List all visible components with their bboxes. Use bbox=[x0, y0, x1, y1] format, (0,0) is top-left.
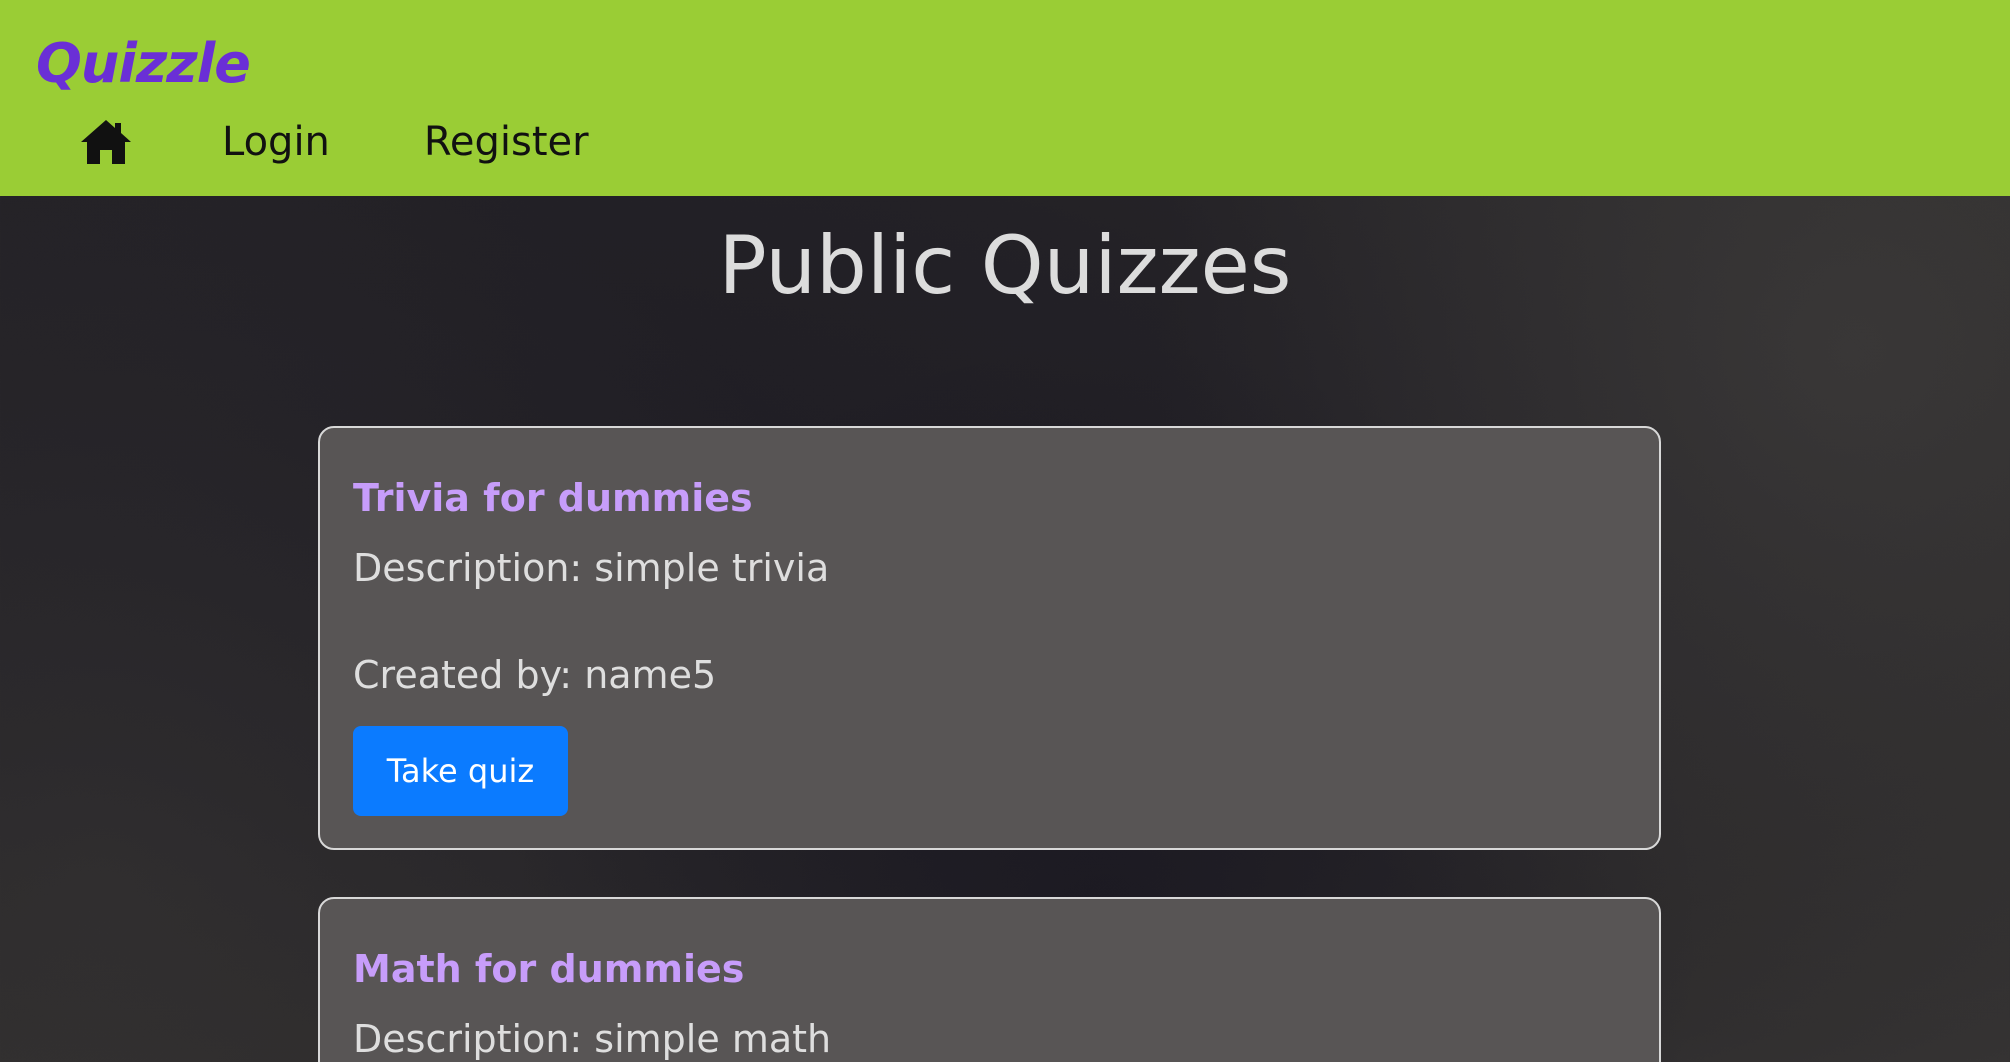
quiz-description: Description: simple trivia bbox=[353, 546, 830, 590]
main-nav: Login Register bbox=[78, 112, 683, 172]
quiz-card: Math for dummies Description: simple mat… bbox=[318, 897, 1661, 1062]
register-link[interactable]: Register bbox=[424, 112, 589, 172]
quiz-card: Trivia for dummies Description: simple t… bbox=[318, 426, 1661, 850]
quiz-description: Description: simple math bbox=[353, 1017, 832, 1061]
home-icon bbox=[81, 120, 131, 164]
login-link[interactable]: Login bbox=[222, 112, 330, 172]
home-link[interactable] bbox=[78, 116, 134, 168]
page-title: Public Quizzes bbox=[718, 219, 1292, 312]
brand-logo[interactable]: Quizzle bbox=[36, 26, 251, 102]
quiz-title[interactable]: Trivia for dummies bbox=[353, 474, 753, 522]
quiz-title[interactable]: Math for dummies bbox=[353, 945, 744, 993]
site-header: Quizzle Login Register bbox=[0, 0, 2010, 196]
quiz-creator: Created by: name5 bbox=[353, 653, 717, 697]
take-quiz-button[interactable]: Take quiz bbox=[353, 726, 568, 816]
